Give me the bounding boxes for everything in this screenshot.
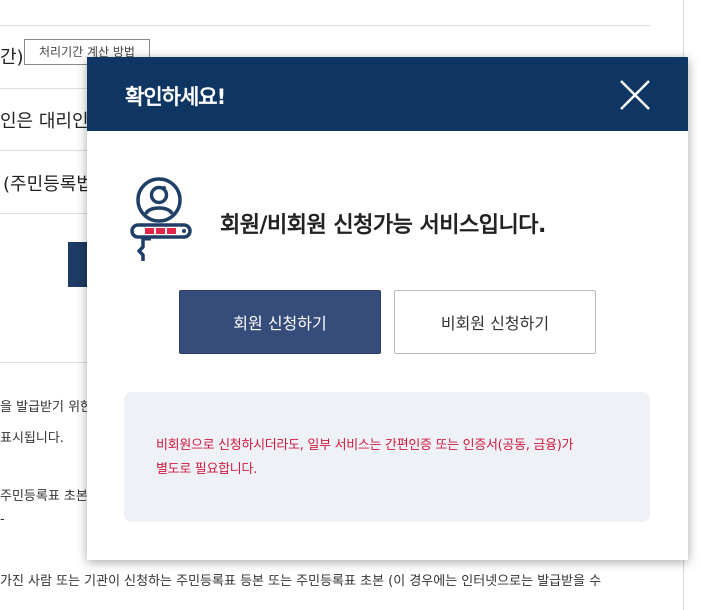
abstract-text-fragment: 주민등록표 초본 xyxy=(0,489,88,504)
modal-headline: 회원/비회원 신청가능 서비스입니다. xyxy=(220,213,546,238)
divider xyxy=(0,150,90,151)
confirm-modal: 확인하세요! 회원/비회원 신청가능 서비스입니다. 회원 신청하기 비회원 신… xyxy=(87,57,688,560)
divider xyxy=(0,88,90,89)
notice-text-line-1: 비회원으로 신청하시더라도, 일부 서비스는 간편인증 또는 인증서(공동, 금… xyxy=(156,438,574,453)
divider xyxy=(0,25,650,26)
divider xyxy=(0,362,90,363)
nonmember-apply-button[interactable]: 비회원 신청하기 xyxy=(394,290,596,354)
close-button[interactable] xyxy=(615,75,655,115)
issue-text-fragment: 을 발급받기 위한 xyxy=(0,400,92,415)
bullet-fragment: - xyxy=(0,512,5,527)
bottom-description: 가진 사람 또는 기관이 신청하는 주민등록표 등본 또는 주민등록표 초본 (… xyxy=(0,574,602,589)
notice-box: 비회원으로 신청하시더라도, 일부 서비스는 간편인증 또는 인증서(공동, 금… xyxy=(124,392,650,522)
modal-header: 확인하세요! xyxy=(87,57,688,131)
issue-text-fragment: 표시됩니다. xyxy=(0,431,64,446)
user-certificate-icon xyxy=(130,177,192,261)
notice-text-line-2: 별도로 필요합니다. xyxy=(156,462,257,477)
proxy-text-fragment: 인은 대리인 xyxy=(0,111,89,132)
modal-title: 확인하세요! xyxy=(125,85,226,109)
section-heading-fragment: 간) xyxy=(0,47,24,68)
close-icon xyxy=(620,80,650,110)
member-apply-button[interactable]: 회원 신청하기 xyxy=(179,290,381,354)
divider xyxy=(0,213,90,214)
resident-law-fragment: (주민등록법 xyxy=(3,174,93,195)
